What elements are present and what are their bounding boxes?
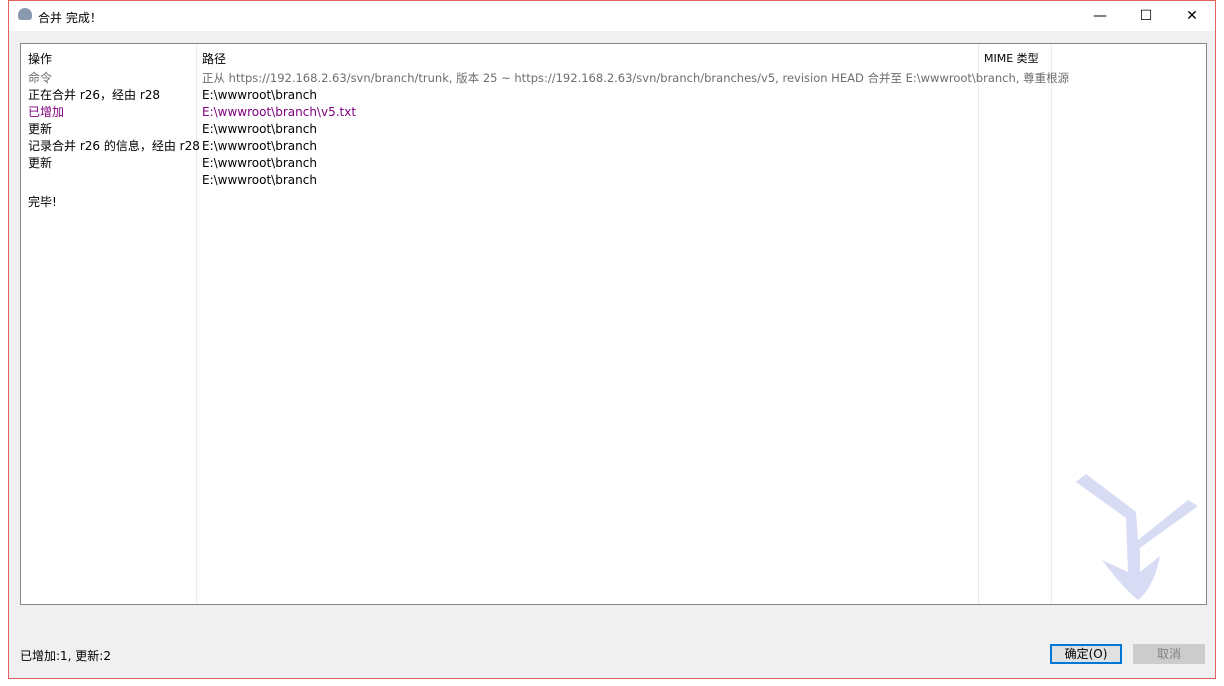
row-path[interactable]: E:\wwwroot\branch: [202, 121, 317, 138]
window-title: 合并 完成！: [38, 11, 102, 25]
tortoise-app-icon: [18, 8, 32, 20]
tortoise-merge-logo-icon: [1076, 474, 1198, 600]
row-action[interactable]: 更新: [28, 121, 52, 138]
row-path[interactable]: E:\wwwroot\branch: [202, 172, 317, 189]
row-action[interactable]: 正在合并 r26，经由 r28: [28, 87, 160, 104]
close-button[interactable]: ✕: [1169, 1, 1215, 31]
header-mime[interactable]: MIME 类型: [984, 50, 1039, 66]
row-action[interactable]: 完毕!: [28, 194, 57, 211]
column-mime: [979, 44, 1052, 604]
row-path[interactable]: 正从 https://192.168.2.63/svn/branch/trunk…: [202, 70, 1069, 87]
cancel-button[interactable]: 取消: [1133, 644, 1205, 664]
title-bar: 合并 完成！ — ☐ ✕: [9, 1, 1215, 31]
row-action[interactable]: 命令: [28, 70, 52, 87]
row-path[interactable]: E:\wwwroot\branch: [202, 138, 317, 155]
merge-finished-dialog: 合并 完成！ — ☐ ✕ 操作 路径 MIME 类型 命令 正从 https://…: [8, 0, 1216, 679]
row-action[interactable]: 已增加: [28, 104, 64, 121]
row-action[interactable]: 更新: [28, 155, 52, 172]
row-action[interactable]: 记录合并 r26 的信息，经由 r28: [28, 138, 200, 155]
background-window-edge: [0, 0, 8, 686]
status-summary: 已增加:1, 更新:2: [20, 649, 111, 663]
row-path[interactable]: E:\wwwroot\branch: [202, 87, 317, 104]
merge-result-list[interactable]: 操作 路径 MIME 类型 命令 正从 https://192.168.2.63/…: [20, 43, 1207, 605]
maximize-button[interactable]: ☐: [1123, 1, 1169, 31]
row-path[interactable]: E:\wwwroot\branch: [202, 155, 317, 172]
row-path[interactable]: E:\wwwroot\branch\v5.txt: [202, 104, 356, 121]
minimize-button[interactable]: —: [1077, 1, 1123, 31]
header-path[interactable]: 路径: [202, 50, 226, 67]
header-action[interactable]: 操作: [28, 50, 52, 67]
ok-button[interactable]: 确定(O): [1050, 644, 1122, 664]
